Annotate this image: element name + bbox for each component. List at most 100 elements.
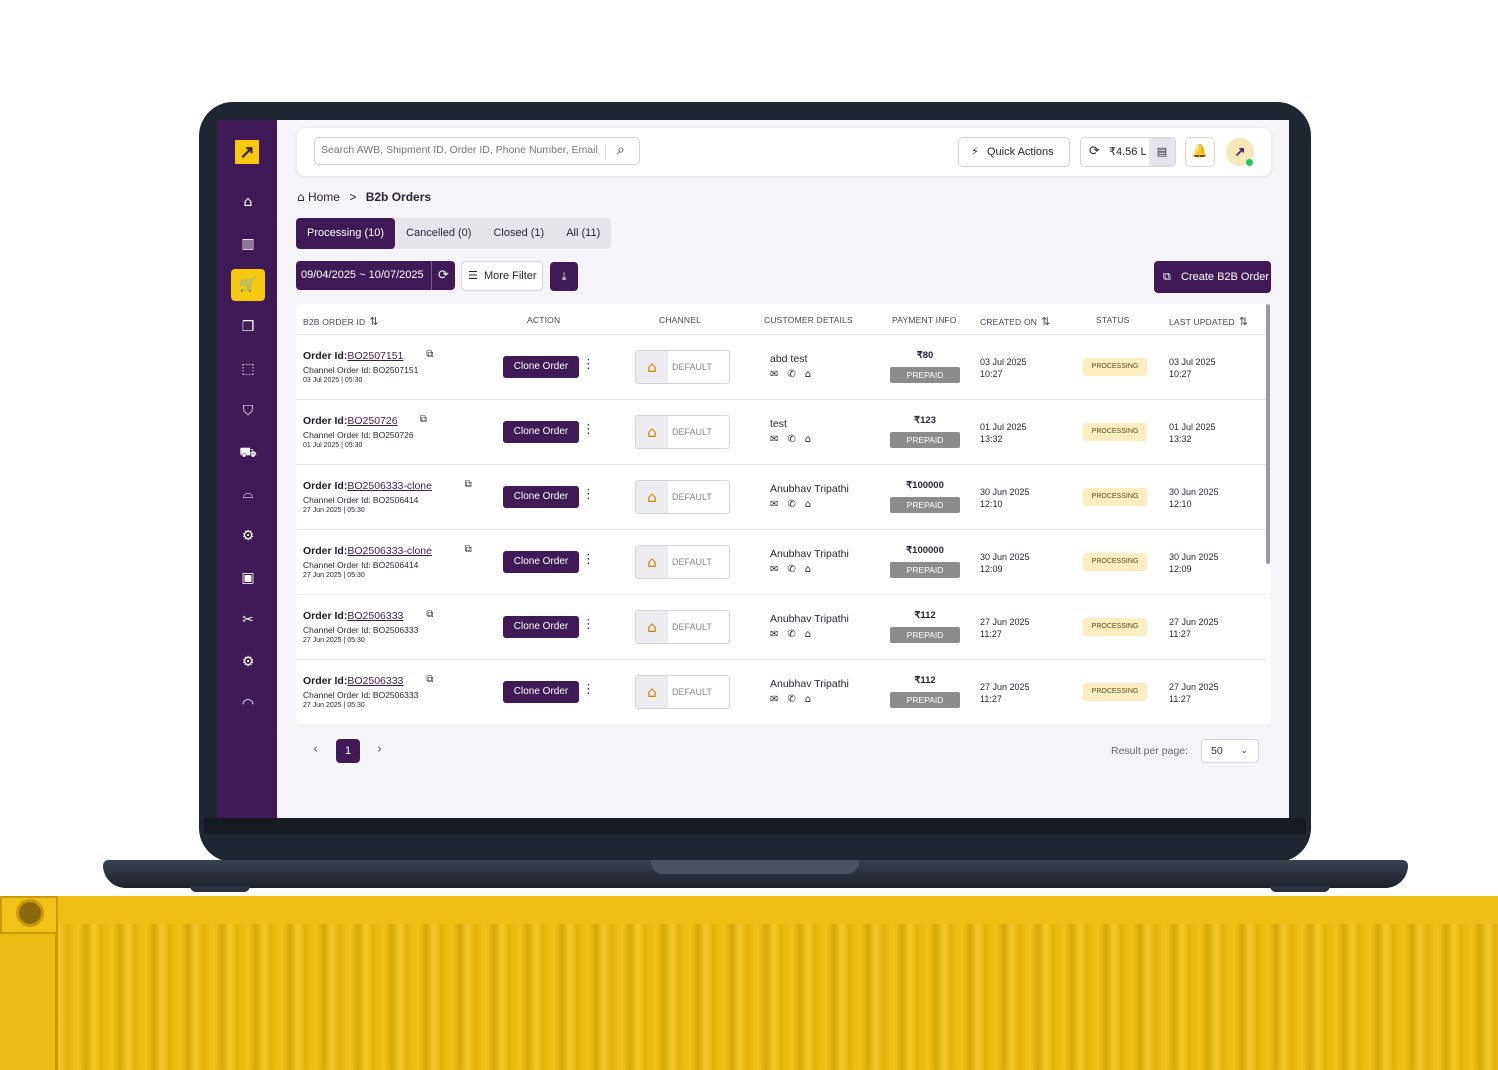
box-search-icon[interactable]: ⬚ <box>231 353 265 385</box>
copy-icon[interactable]: ⧉ <box>426 349 433 360</box>
channel-order-id: Channel Order Id: BO2507151 <box>303 365 419 375</box>
customer-contact-icons: ✉✆⌂ <box>770 369 820 380</box>
address-icon[interactable]: ⌂ <box>805 499 820 510</box>
clone-order-button[interactable]: Clone Order <box>503 681 579 703</box>
more-filter-button[interactable]: ☰ More Filter <box>461 261 543 291</box>
prev-page-button[interactable]: ‹ <box>313 742 318 757</box>
payment-mode-badge: PREPAID <box>890 432 960 448</box>
notification-bell-icon[interactable]: 🔔 <box>1185 137 1215 167</box>
channel-label: DEFAULT <box>672 362 712 372</box>
settings-search-icon[interactable]: ⚙ <box>231 520 265 552</box>
breadcrumb-home[interactable]: Home <box>308 190 340 204</box>
create-b2b-order-label: Create B2B Order <box>1181 271 1270 283</box>
truck-icon[interactable]: ⛟ <box>231 437 265 469</box>
search-icon[interactable]: ⌕ <box>617 142 625 158</box>
breadcrumb-current: B2b Orders <box>365 190 432 204</box>
clone-order-button[interactable]: Clone Order <box>503 551 579 573</box>
created-time: 11:27 <box>980 629 1002 639</box>
tab-all[interactable]: All (11) <box>555 218 611 249</box>
wallet-balance[interactable]: ⟳ ₹4.56 L ▤ <box>1080 137 1176 167</box>
copy-icon[interactable]: ⧉ <box>465 479 472 490</box>
mail-icon[interactable]: ✉ <box>770 694 787 705</box>
customer-contact-icons: ✉✆⌂ <box>770 564 820 575</box>
refresh-icon[interactable]: ⟳ <box>1089 138 1100 166</box>
order-id-link[interactable]: BO2507151 <box>347 350 403 362</box>
more-options-icon[interactable]: ⋮ <box>582 357 595 372</box>
order-id-link[interactable]: BO2506333-clone <box>347 480 432 492</box>
refresh-icon[interactable]: ⟳ <box>431 261 455 290</box>
box-icon[interactable]: ❒ <box>231 311 265 343</box>
laptop-bezel <box>204 818 1306 834</box>
phone-icon[interactable]: ✆ <box>787 369 804 380</box>
created-time: 11:27 <box>980 694 1002 704</box>
mail-icon[interactable]: ✉ <box>770 564 787 575</box>
clone-order-button[interactable]: Clone Order <box>503 616 579 638</box>
address-icon[interactable]: ⌂ <box>805 434 820 445</box>
customer-contact-icons: ✉✆⌂ <box>770 499 820 510</box>
phone-icon[interactable]: ✆ <box>787 694 804 705</box>
address-icon[interactable]: ⌂ <box>805 564 820 575</box>
clone-order-button[interactable]: Clone Order <box>503 421 579 443</box>
download-icon[interactable]: ⤓ <box>550 262 578 291</box>
more-options-icon[interactable]: ⋮ <box>582 617 595 632</box>
created-on: 30 Jun 2025 12:09 <box>980 551 1030 575</box>
home-icon[interactable]: ⌂ <box>231 186 265 218</box>
address-icon[interactable]: ⌂ <box>805 694 820 705</box>
mail-icon[interactable]: ✉ <box>770 434 787 445</box>
table-scrollbar[interactable] <box>1266 304 1270 564</box>
tab-cancelled[interactable]: Cancelled (0) <box>395 218 482 249</box>
order-id-link[interactable]: BO2506333 <box>347 675 403 687</box>
tshirt-icon[interactable]: ⛉ <box>231 395 265 427</box>
wallet-icon[interactable]: ▤ <box>1149 138 1175 166</box>
tools-icon[interactable]: ✂ <box>231 604 265 636</box>
next-page-button[interactable]: › <box>377 742 382 757</box>
mail-icon[interactable]: ✉ <box>770 629 787 640</box>
result-per-page-select[interactable]: 50 ⌄ <box>1201 739 1259 763</box>
quick-actions-button[interactable]: ⚡ Quick Actions <box>958 137 1070 167</box>
copy-icon[interactable]: ⧉ <box>426 674 433 685</box>
clone-order-button[interactable]: Clone Order <box>503 356 579 378</box>
more-options-icon[interactable]: ⋮ <box>582 682 595 697</box>
brand-logo[interactable]: ↗ <box>235 140 259 164</box>
copy-icon[interactable]: ⧉ <box>420 414 427 425</box>
tab-processing[interactable]: Processing (10) <box>296 218 396 249</box>
order-id-link[interactable]: BO250726 <box>347 415 397 427</box>
order-status-tabs: Processing (10) Cancelled (0) Closed (1) Al… <box>296 218 612 249</box>
updated-date: 30 Jun 2025 <box>1169 552 1219 562</box>
headset-icon[interactable]: ◠ <box>231 688 265 720</box>
more-options-icon[interactable]: ⋮ <box>582 487 595 502</box>
mail-icon[interactable]: ✉ <box>770 499 787 510</box>
phone-icon[interactable]: ✆ <box>787 564 804 575</box>
id-card-icon[interactable]: ▣ <box>231 562 265 594</box>
cart-icon[interactable]: 🛒 <box>231 269 265 301</box>
mail-icon[interactable]: ✉ <box>770 369 787 380</box>
bag-icon[interactable]: ⌓ <box>231 478 265 510</box>
store-icon: ⌂ <box>636 676 668 708</box>
copy-icon[interactable]: ⧉ <box>465 544 472 555</box>
order-id-link[interactable]: BO2506333 <box>347 610 403 622</box>
date-range-picker[interactable]: 09/04/2025 ~ 10/07/2025 ⟳ <box>296 261 455 290</box>
tab-closed[interactable]: Closed (1) <box>482 218 555 249</box>
search-input[interactable] <box>321 144 601 156</box>
order-date: 27 Jun 2025 | 05:30 <box>303 507 365 514</box>
column-header[interactable]: B2B ORDER ID ⇅ <box>303 315 379 328</box>
more-options-icon[interactable]: ⋮ <box>582 552 595 567</box>
more-options-icon[interactable]: ⋮ <box>582 422 595 437</box>
copy-icon[interactable]: ⧉ <box>426 609 433 620</box>
clone-order-button[interactable]: Clone Order <box>503 486 579 508</box>
create-b2b-order-button[interactable]: ⧉ Create B2B Order <box>1154 261 1271 293</box>
table-row: Order Id:BO250726 ⧉ Channel Order Id: BO… <box>296 400 1266 465</box>
column-header[interactable]: LAST UPDATED ⇅ <box>1169 315 1248 328</box>
phone-icon[interactable]: ✆ <box>787 499 804 510</box>
column-header[interactable]: CREATED ON ⇅ <box>980 315 1051 328</box>
page-number-button[interactable]: 1 <box>336 739 360 763</box>
more-filter-label: More Filter <box>484 270 537 282</box>
gear-icon[interactable]: ⚙ <box>231 646 265 678</box>
address-icon[interactable]: ⌂ <box>805 629 820 640</box>
payment-mode-badge: PREPAID <box>890 562 960 578</box>
order-id-link[interactable]: BO2506333-clone <box>347 545 432 557</box>
phone-icon[interactable]: ✆ <box>787 629 804 640</box>
phone-icon[interactable]: ✆ <box>787 434 804 445</box>
analytics-icon[interactable]: ▥ <box>231 228 265 260</box>
address-icon[interactable]: ⌂ <box>805 369 820 380</box>
